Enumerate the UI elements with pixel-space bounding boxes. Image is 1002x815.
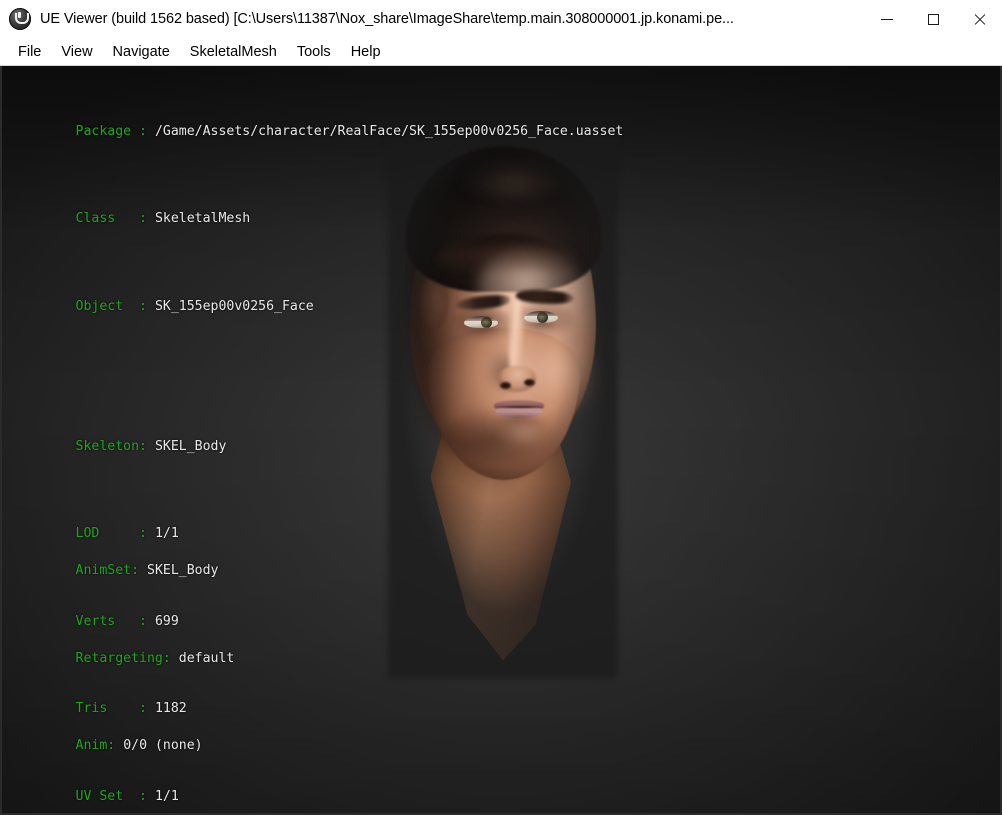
info-label-class: Class	[75, 211, 116, 226]
status-row-anim: Anim: 0/0 (none)	[12, 720, 234, 773]
info-row-class: Class : SkeletalMesh	[12, 193, 623, 246]
status-value-anim: 0/0 (none)	[123, 738, 203, 753]
info-sep-object: :	[123, 298, 155, 314]
status-label-animset: AnimSet:	[75, 563, 140, 578]
menu-item-navigate[interactable]: Navigate	[103, 41, 180, 63]
close-icon	[973, 13, 986, 26]
status-row-retargeting: Retargeting: default	[12, 632, 235, 685]
window-title: UE Viewer (build 1562 based) [C:\Users\1…	[40, 11, 734, 27]
info-sep-class: :	[115, 211, 155, 226]
maximize-icon	[927, 13, 939, 25]
status-sep-animset	[139, 563, 147, 578]
info-row-package: Package : /Game/Assets/character/RealFac…	[12, 105, 624, 158]
menu-item-skeletalmesh[interactable]: SkeletalMesh	[180, 41, 287, 63]
info-value-skeleton: SKEL_Body	[154, 438, 227, 454]
menu-item-file[interactable]: File	[8, 41, 51, 63]
info-value-class: SkeletalMesh	[154, 211, 251, 226]
info-row-object: Object : SK_155ep00v0256_Face	[12, 280, 623, 333]
3d-viewport[interactable]: Package : /Game/Assets/character/RealFac…	[0, 66, 1002, 815]
menu-bar: File View Navigate SkeletalMesh Tools He…	[0, 38, 1002, 66]
minimize-button[interactable]	[864, 0, 910, 38]
menu-item-tools[interactable]: Tools	[287, 41, 341, 63]
info-sep-skeleton	[147, 439, 155, 454]
close-button[interactable]	[956, 0, 1002, 38]
status-value-animset: SKEL_Body	[147, 563, 219, 578]
status-row-animset: AnimSet: SKEL_Body	[12, 545, 234, 598]
status-label-retargeting: Retargeting:	[75, 650, 171, 666]
status-value-retargeting: default	[178, 650, 235, 666]
status-sep-retargeting	[171, 651, 179, 666]
info-label-skeleton: Skeleton:	[75, 438, 147, 454]
info-row-skeleton: Skeleton: SKEL_Body	[12, 420, 623, 473]
info-sep-package: :	[131, 123, 155, 139]
info-spacer	[12, 368, 623, 386]
animation-status-overlay: AnimSet: SKEL_Body Retargeting: default …	[12, 510, 235, 808]
unreal-engine-logo-icon	[9, 8, 31, 30]
info-label-object: Object	[75, 298, 124, 314]
status-label-anim: Anim:	[75, 738, 116, 753]
title-bar[interactable]: UE Viewer (build 1562 based) [C:\Users\1…	[0, 0, 1002, 38]
window-controls	[864, 0, 1002, 38]
menu-item-view[interactable]: View	[51, 41, 102, 63]
status-sep-anim	[115, 738, 123, 753]
maximize-button[interactable]	[910, 0, 956, 38]
minimize-icon	[881, 18, 893, 20]
info-label-package: Package	[75, 123, 132, 139]
menu-item-help[interactable]: Help	[341, 41, 391, 63]
info-value-object: SK_155ep00v0256_Face	[154, 298, 314, 314]
ue-viewer-window: UE Viewer (build 1562 based) [C:\Users\1…	[0, 0, 1002, 815]
info-value-package: /Game/Assets/character/RealFace/SK_155ep…	[154, 123, 624, 139]
